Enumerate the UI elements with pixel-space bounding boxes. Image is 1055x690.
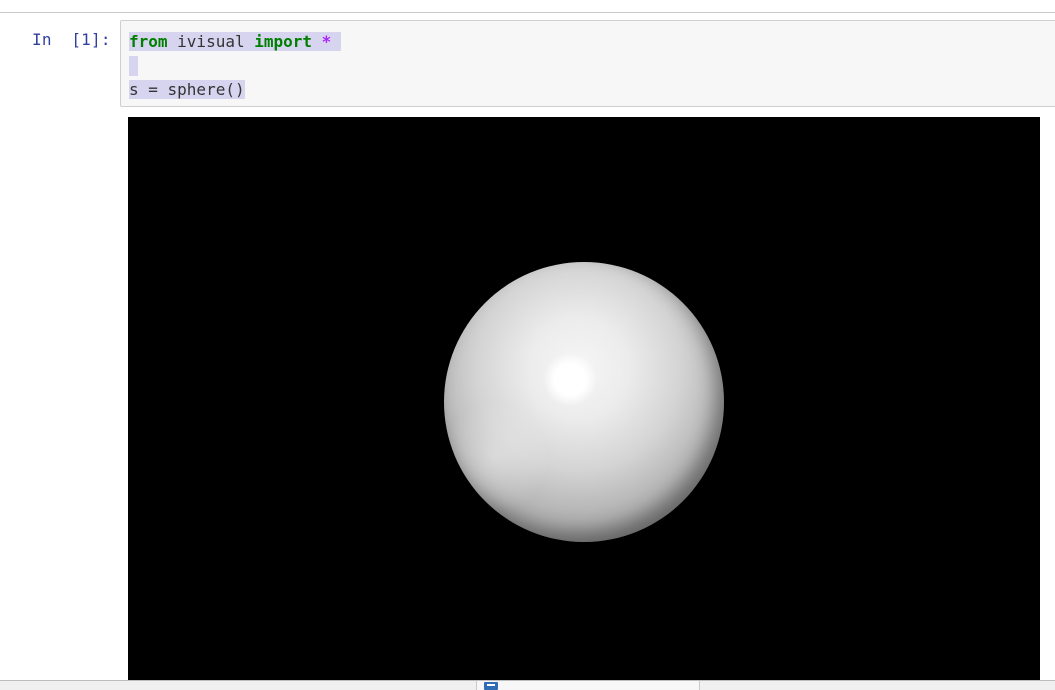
empty-line-selection: [129, 56, 138, 76]
code-trailing-space: [331, 32, 341, 51]
window-icon: [484, 682, 498, 690]
keyword-import: import: [254, 32, 313, 51]
module-name: ivisual: [167, 32, 255, 51]
top-divider: [0, 12, 1055, 13]
taskbar-item[interactable]: [476, 680, 700, 690]
output-scene-canvas[interactable]: [128, 117, 1040, 680]
keyword-from: from: [129, 32, 168, 51]
code-line-3[interactable]: s = sphere(): [129, 80, 245, 100]
notebook-page: In [1]: from ivisual import * s = sphere…: [0, 0, 1055, 690]
code-line-3-text: s = sphere(): [129, 80, 245, 99]
code-cell-input[interactable]: from ivisual import * s = sphere(): [120, 20, 1055, 107]
code-line-2[interactable]: [129, 56, 138, 76]
sphere-object: [444, 262, 724, 542]
code-line-1[interactable]: from ivisual import *: [129, 32, 341, 52]
input-prompt: In [1]:: [32, 30, 111, 49]
operator-star: *: [321, 32, 332, 51]
